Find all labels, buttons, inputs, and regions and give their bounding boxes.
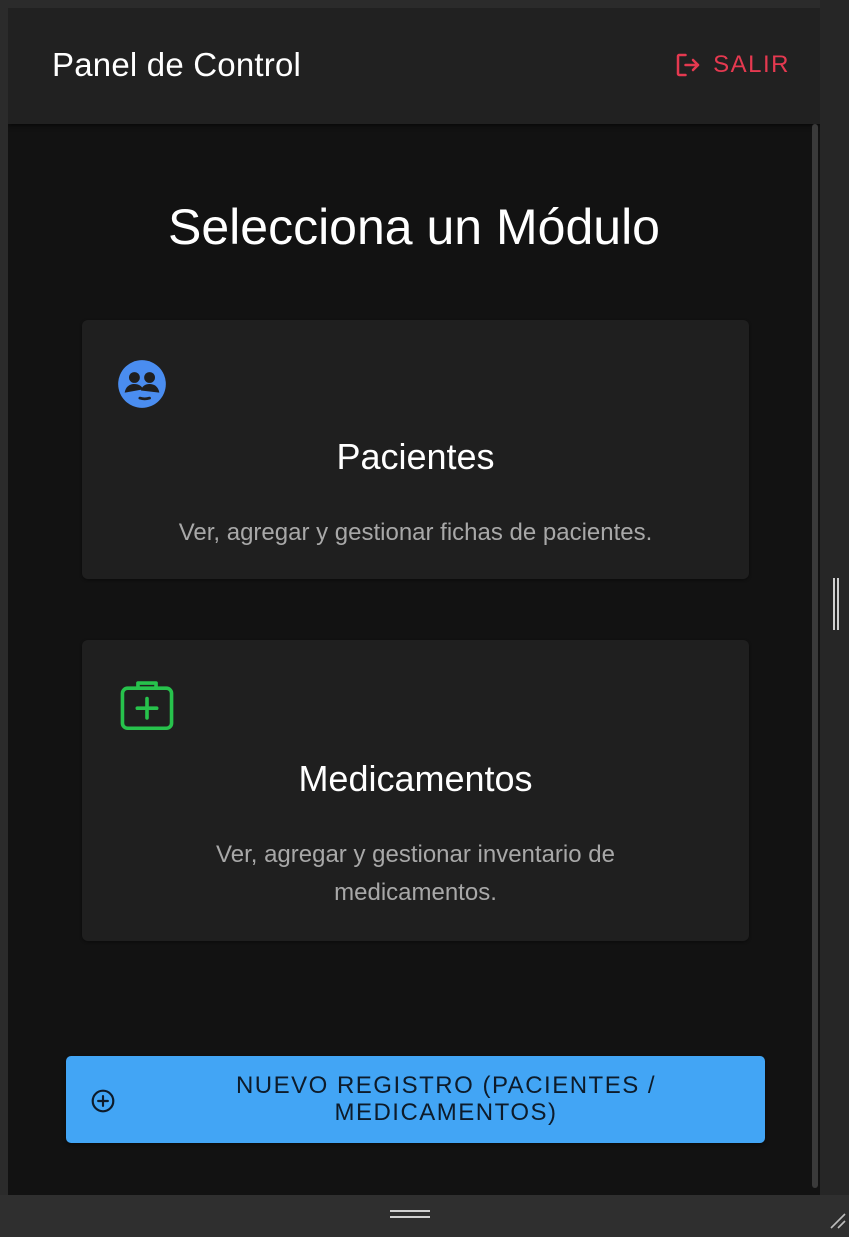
app-viewport: Panel de Control SALIR Selecciona un Mód…	[8, 8, 820, 1195]
vertical-scrollbar[interactable]	[812, 124, 818, 1188]
add-circle-icon	[90, 1088, 116, 1117]
drag-handle[interactable]	[390, 1210, 430, 1218]
app-title: Panel de Control	[52, 46, 302, 83]
module-title-patients: Pacientes	[336, 436, 495, 477]
top-app-bar: Panel de Control SALIR	[8, 8, 820, 124]
module-description-medications: Ver, agregar y gestionar inventario de m…	[216, 841, 615, 906]
module-card-medications[interactable]: Medicamentos Ver, agregar y gestionar in…	[82, 640, 749, 941]
new-record-button[interactable]: NUEVO REGISTRO (PACIENTES / MEDICAMENTOS…	[66, 1056, 765, 1143]
medical-kit-icon	[116, 674, 178, 741]
window-frame: Panel de Control SALIR Selecciona un Mód…	[0, 0, 849, 1237]
patients-group-icon	[116, 358, 168, 415]
logout-button[interactable]: SALIR	[673, 50, 790, 80]
splitter-handle[interactable]	[833, 578, 839, 630]
module-description-patients: Ver, agregar y gestionar fichas de pacie…	[178, 519, 653, 546]
page-title: Selecciona un Módulo	[168, 199, 660, 255]
module-card-patients[interactable]: Pacientes Ver, agregar y gestionar ficha…	[82, 320, 749, 579]
resize-grip-icon[interactable]	[825, 1208, 847, 1235]
logout-icon	[673, 50, 703, 80]
new-record-label: NUEVO REGISTRO (PACIENTES / MEDICAMENTOS…	[235, 1072, 657, 1126]
module-title-medications: Medicamentos	[298, 758, 533, 799]
logout-label: SALIR	[713, 51, 790, 78]
